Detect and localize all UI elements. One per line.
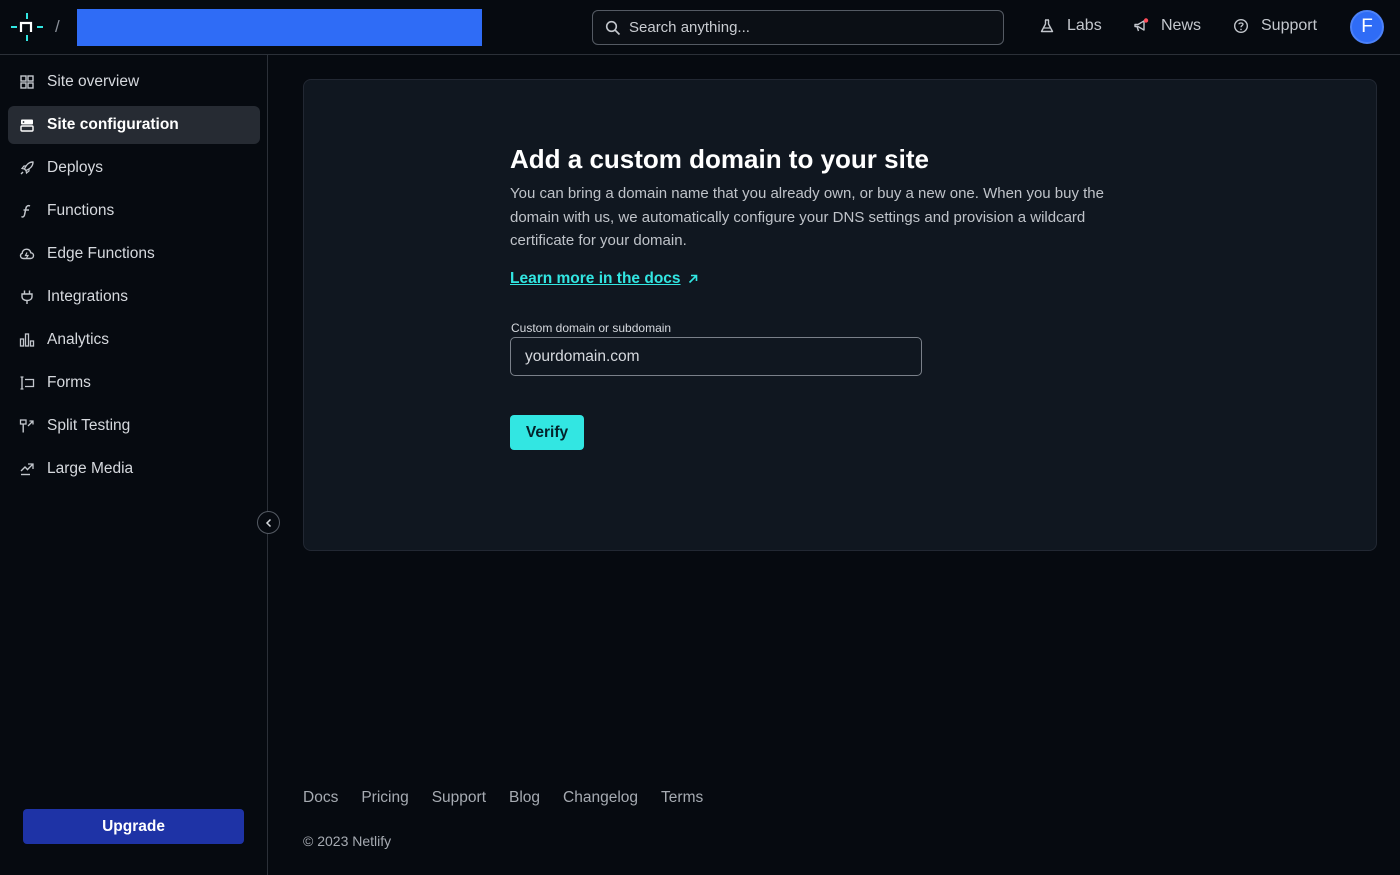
site-name-redacted[interactable] <box>77 9 482 46</box>
verify-button[interactable]: Verify <box>510 415 584 450</box>
add-domain-card: Add a custom domain to your site You can… <box>303 79 1377 551</box>
domain-input[interactable] <box>510 337 922 376</box>
search-box[interactable] <box>592 10 1004 45</box>
breadcrumb-separator: / <box>55 17 60 36</box>
netlify-logo-icon[interactable] <box>10 12 44 42</box>
rocket-icon <box>20 161 34 175</box>
nav-support-label: Support <box>1261 17 1318 34</box>
grid-icon <box>20 75 34 89</box>
sidebar-item-edge-functions[interactable]: Edge Functions <box>8 235 260 273</box>
megaphone-icon <box>1134 18 1149 32</box>
sidebar: Site overview Site configuration Deploys… <box>0 55 280 875</box>
sidebar-item-analytics[interactable]: Analytics <box>8 321 260 359</box>
sidebar-item-label: Deploys <box>47 159 103 176</box>
domain-description: You can bring a domain name that you alr… <box>510 185 1104 249</box>
function-icon <box>20 204 31 218</box>
sidebar-item-site-configuration[interactable]: Site configuration <box>8 106 260 144</box>
sidebar-item-label: Edge Functions <box>47 245 155 262</box>
sidebar-item-split-testing[interactable]: Split Testing <box>8 407 260 445</box>
footer-links: Docs Pricing Support Blog Changelog Term… <box>303 789 703 807</box>
nav-news-label: News <box>1161 17 1202 34</box>
server-icon <box>20 119 34 132</box>
flask-icon <box>1040 19 1054 33</box>
user-avatar[interactable]: F <box>1350 10 1384 44</box>
sidebar-item-site-overview[interactable]: Site overview <box>8 63 260 101</box>
nav-labs-label: Labs <box>1067 17 1102 34</box>
learn-more-link[interactable]: Learn more in the docs <box>510 270 699 288</box>
bar-chart-icon <box>19 333 35 347</box>
sidebar-item-label: Integrations <box>47 288 128 305</box>
plug-icon <box>21 290 33 304</box>
sidebar-item-label: Split Testing <box>47 417 131 434</box>
sidebar-item-label: Site configuration <box>47 116 179 133</box>
sidebar-item-large-media[interactable]: Large Media <box>8 450 260 488</box>
sidebar-item-label: Forms <box>47 374 91 391</box>
sidebar-item-label: Large Media <box>47 460 134 477</box>
sidebar-item-forms[interactable]: Forms <box>8 364 260 402</box>
copyright-text: © 2023 Netlify <box>303 833 392 849</box>
help-circle-icon <box>1233 18 1249 34</box>
nav-news-link[interactable]: News <box>1133 17 1201 35</box>
upgrade-button[interactable]: Upgrade <box>23 809 244 844</box>
footer-link-support[interactable]: Support <box>432 789 486 807</box>
top-bar: / Labs News Support F <box>0 0 1400 55</box>
sidebar-item-label: Site overview <box>47 73 140 90</box>
cloud-icon <box>19 248 35 260</box>
learn-more-label: Learn more in the docs <box>510 270 681 287</box>
media-icon <box>20 463 34 476</box>
page-title: Add a custom domain to your site <box>510 144 929 174</box>
nav-labs-link[interactable]: Labs <box>1039 17 1102 35</box>
footer-link-pricing[interactable]: Pricing <box>361 789 408 807</box>
sidebar-item-functions[interactable]: Functions <box>8 192 260 230</box>
search-input[interactable] <box>629 19 989 36</box>
footer-link-changelog[interactable]: Changelog <box>563 789 638 807</box>
form-icon <box>20 376 35 390</box>
split-icon <box>19 419 34 433</box>
external-arrow-icon <box>688 274 697 284</box>
footer-link-terms[interactable]: Terms <box>661 789 703 807</box>
footer-link-docs[interactable]: Docs <box>303 789 338 807</box>
search-icon <box>605 20 621 35</box>
sidebar-item-label: Analytics <box>47 331 110 348</box>
sidebar-item-deploys[interactable]: Deploys <box>8 149 260 187</box>
footer-link-blog[interactable]: Blog <box>509 789 540 807</box>
nav-support-link[interactable]: Support <box>1233 17 1317 35</box>
sidebar-item-label: Functions <box>47 202 115 219</box>
sidebar-item-integrations[interactable]: Integrations <box>8 278 260 316</box>
chevron-left-icon <box>265 518 271 527</box>
domain-field-label: Custom domain or subdomain <box>511 321 672 335</box>
collapse-sidebar-button[interactable] <box>257 511 280 534</box>
